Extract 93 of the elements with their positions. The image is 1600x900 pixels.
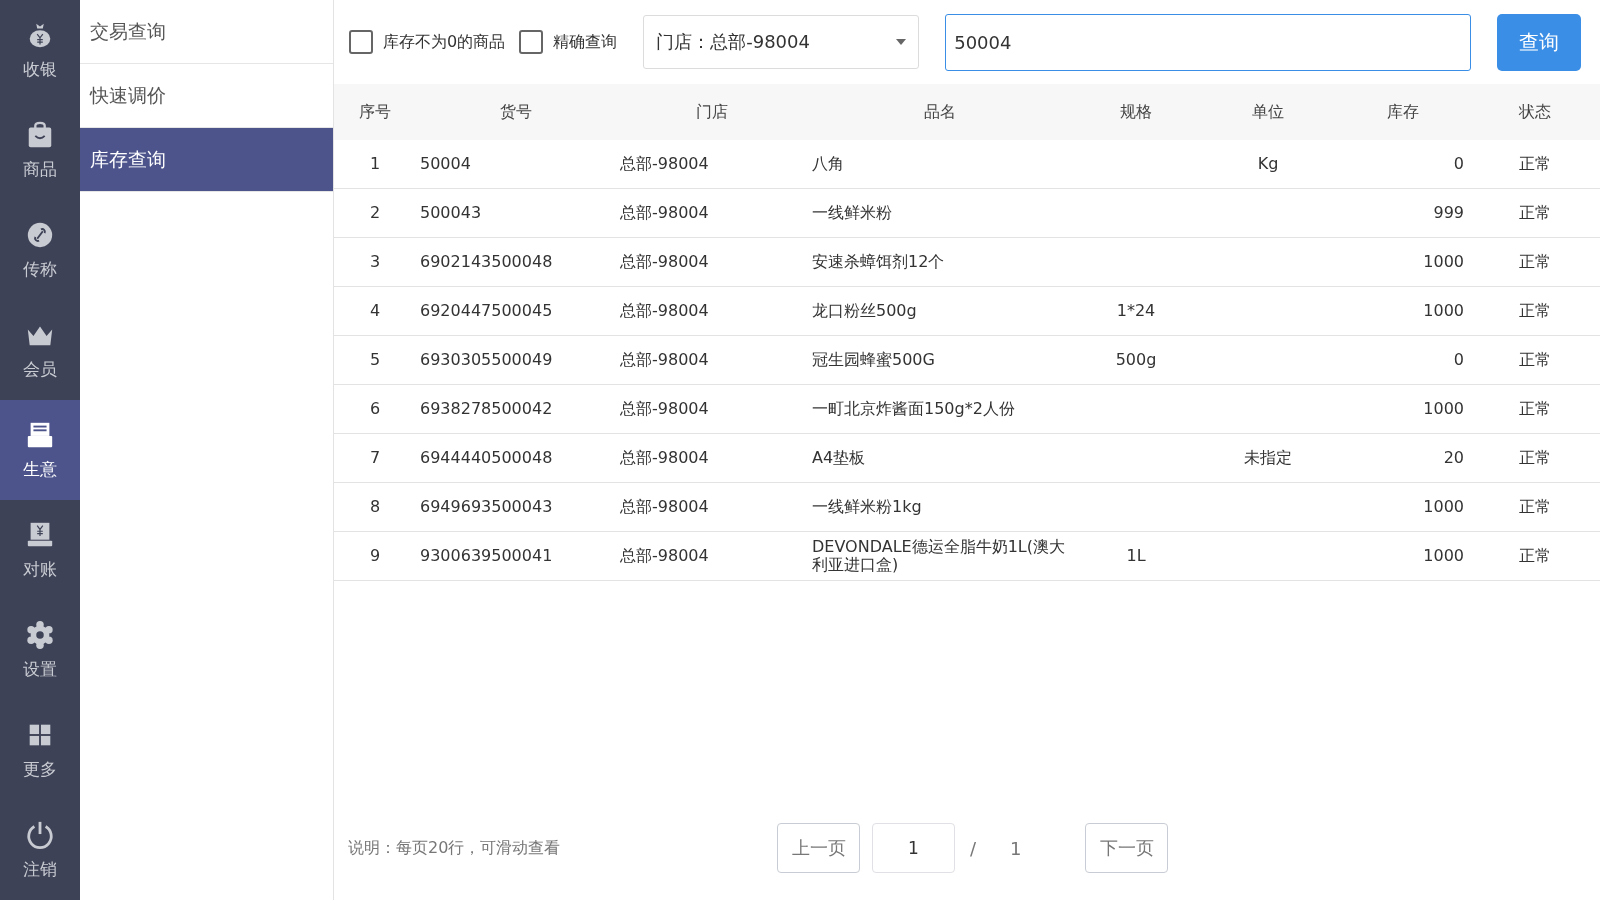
checkbox[interactable] [349, 30, 373, 54]
nav-item[interactable]: 生意 [0, 400, 80, 500]
nav-item[interactable]: 对账 [0, 500, 80, 600]
table-cell: 一町北京炸酱面150g*2人份 [812, 399, 1015, 419]
table-cell: 500g [1115, 350, 1157, 370]
settings-icon [25, 619, 55, 650]
table-cell: 6944440500048 [420, 448, 553, 468]
table-cell: 总部-98004 [620, 203, 709, 223]
table-cell: 总部-98004 [620, 154, 709, 174]
table-cell: 总部-98004 [620, 399, 709, 419]
column-header: 库存 [1386, 101, 1420, 123]
submenu-item[interactable]: 库存查询 [80, 128, 333, 192]
nav-item[interactable]: 更多 [0, 700, 80, 800]
page-input[interactable]: 1 [872, 823, 955, 873]
table-cell: 总部-98004 [620, 350, 709, 370]
nav-item[interactable]: 商品 [0, 100, 80, 200]
table-cell: 4 [369, 301, 381, 321]
table-cell: 1000 [1423, 546, 1464, 566]
table-cell: 正常 [1519, 546, 1551, 566]
table-cell: 9 [369, 546, 381, 566]
table-cell: 正常 [1519, 399, 1551, 419]
prev-page-button[interactable]: 上一页 [777, 823, 860, 873]
table-cell: 6949693500043 [420, 497, 553, 517]
nav-item[interactable]: 会员 [0, 300, 80, 400]
table-cell: 一线鲜米粉1kg [812, 497, 922, 517]
table-cell: 总部-98004 [620, 497, 709, 517]
table-cell: Kg [1257, 154, 1279, 174]
table-cell: 20 [1443, 448, 1464, 468]
table-cell: 1 [369, 154, 381, 174]
table-cell: 7 [369, 448, 381, 468]
table-cell: 正常 [1519, 252, 1551, 272]
table-cell: 1000 [1423, 497, 1464, 517]
column-header: 状态 [1518, 101, 1552, 123]
table-cell: 正常 [1519, 497, 1551, 517]
table-cell: 50004 [420, 154, 471, 174]
nav-item[interactable]: 注销 [0, 800, 80, 900]
page-separator: / [970, 837, 978, 859]
power-icon [25, 819, 55, 850]
query-button[interactable]: 查询 [1497, 13, 1582, 71]
column-header: 品名 [923, 101, 957, 123]
table-cell: 6 [369, 399, 381, 419]
table-cell: 一线鲜米粉 [812, 203, 892, 223]
table-cell: 500043 [420, 203, 482, 223]
table-cell: 1L [1126, 546, 1146, 566]
checkbox-label: 库存不为0的商品 [383, 31, 506, 53]
table-cell: 八角 [812, 154, 844, 174]
table-cell: 6920447500045 [420, 301, 553, 321]
nav-item[interactable]: 设置 [0, 600, 80, 700]
column-header: 货号 [499, 101, 533, 123]
search-field[interactable]: 50004 [945, 13, 1472, 71]
table-cell: 1000 [1423, 301, 1464, 321]
table-cell: 1000 [1423, 252, 1464, 272]
table-cell: 1000 [1423, 399, 1464, 419]
total-pages: 1 [1010, 837, 1023, 859]
table-cell: 999 [1433, 203, 1464, 223]
footer-note: 说明：每页20行，可滑动查看 [348, 837, 562, 859]
table-cell: 6930305500049 [420, 350, 553, 370]
table-cell: 总部-98004 [620, 301, 709, 321]
column-header: 门店 [695, 101, 729, 123]
table-cell: 未指定 [1244, 448, 1292, 468]
table-cell: 1*24 [1116, 301, 1156, 321]
table-cell: 安速杀蟑饵剂12个 [812, 252, 945, 272]
caret-icon [896, 39, 907, 45]
column-header: 规格 [1119, 101, 1153, 123]
table-cell: 正常 [1519, 203, 1551, 223]
table-cell: 9300639500041 [420, 546, 553, 566]
table-cell: 6938278500042 [420, 399, 553, 419]
column-header: 单位 [1251, 101, 1285, 123]
next-page-button[interactable]: 下一页 [1085, 823, 1168, 873]
table-cell: 龙口粉丝500g [812, 301, 917, 321]
table-cell: A4垫板 [812, 448, 866, 468]
table-cell: 冠生园蜂蜜500G [812, 350, 935, 370]
table-cell: 8 [369, 497, 381, 517]
nav-item[interactable]: 收银 [0, 0, 80, 100]
nav-item[interactable]: 传称 [0, 200, 80, 300]
table-cell: 正常 [1519, 154, 1551, 174]
table-cell: 正常 [1519, 448, 1551, 468]
table-cell: 正常 [1519, 350, 1551, 370]
checkbox-label: 精确查询 [553, 31, 618, 53]
column-header: 序号 [358, 101, 392, 123]
table-cell: 5 [369, 350, 381, 370]
store-select[interactable]: 门店：总部-98004 [643, 15, 920, 69]
table-cell: 总部-98004 [620, 546, 709, 566]
table-cell: 2 [369, 203, 381, 223]
table-cell: 正常 [1519, 301, 1551, 321]
checkbox[interactable] [519, 30, 544, 54]
table-cell: 0 [1453, 350, 1464, 370]
table-cell: 0 [1453, 154, 1464, 174]
table-cell: DEVONDALE德运全脂牛奶1L(澳大利亚进口盒) [812, 537, 1065, 574]
table-cell: 6902143500048 [420, 252, 553, 272]
table-cell: 总部-98004 [620, 252, 709, 272]
table-cell: 总部-98004 [620, 448, 709, 468]
table-cell: 3 [369, 252, 381, 272]
